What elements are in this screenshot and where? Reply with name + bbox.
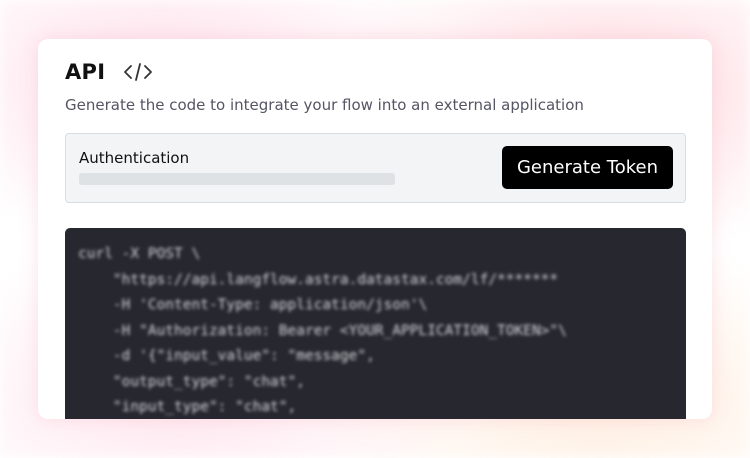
api-card: API Generate the code to integrate your … (38, 39, 712, 419)
code-snippet-block[interactable]: curl -X POST \ "https://api.langflow.ast… (65, 228, 686, 419)
code-line: -H "Authorization: Bearer <YOUR_APPLICAT… (78, 322, 567, 339)
authentication-panel: Authentication Generate Token (65, 133, 686, 203)
code-snippet-text: curl -X POST \ "https://api.langflow.ast… (78, 242, 567, 419)
page-title: API (65, 60, 106, 84)
code-line: "https://api.langflow.astra.datastax.com… (78, 271, 559, 288)
generate-token-button[interactable]: Generate Token (502, 146, 673, 189)
code-line: -H 'Content-Type: application/json'\ (78, 297, 428, 313)
card-header: API (65, 60, 153, 84)
code-line: "output_type": "chat", (78, 373, 305, 390)
code-line: curl -X POST \ (78, 246, 201, 262)
authentication-label: Authentication (79, 149, 190, 167)
code-icon (123, 61, 153, 83)
page-subtitle: Generate the code to integrate your flow… (65, 96, 584, 114)
code-line: "input_type": "chat", (78, 399, 297, 415)
token-field (79, 173, 395, 185)
code-line: -d '{"input_value": "message", (78, 348, 375, 364)
